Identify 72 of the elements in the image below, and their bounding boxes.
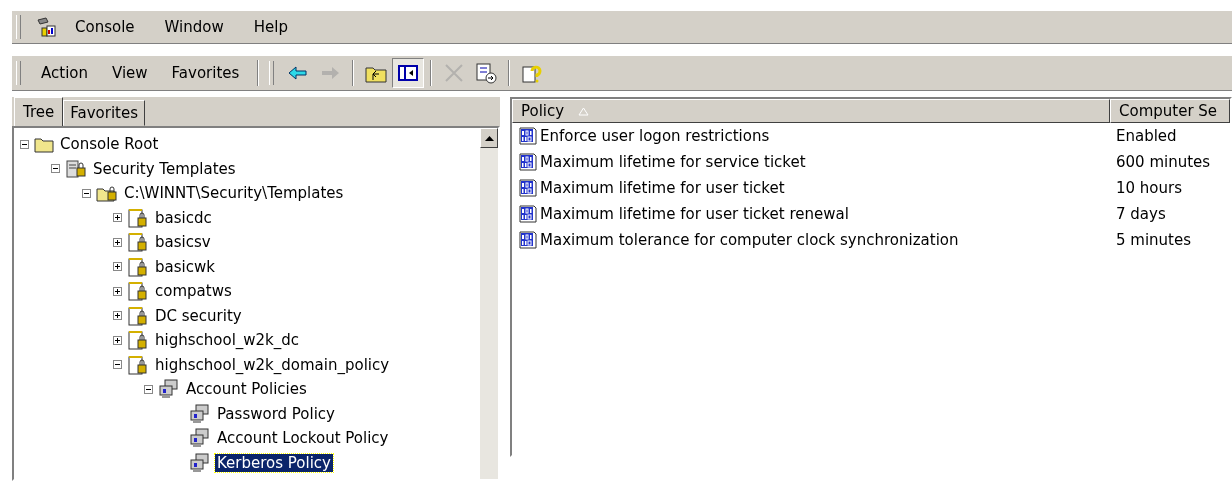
policy-name: Maximum lifetime for user ticket	[540, 179, 785, 197]
tree-item[interactable]: highschool_w2k_domain_policy	[153, 355, 392, 374]
tree-item[interactable]: Account Policies	[184, 380, 309, 399]
server-lock-icon	[65, 158, 87, 179]
policy-name: Maximum tolerance for computer clock synchronization	[540, 231, 959, 249]
pane-tab[interactable]: Favorites	[63, 100, 146, 126]
sort-ascending-icon	[578, 106, 590, 116]
tree-item[interactable]: C:\WINNT\Security\Templates	[122, 184, 346, 203]
expand-toggle[interactable]	[111, 237, 123, 247]
policy-setting: 10 hours	[1115, 179, 1184, 197]
template-lock-icon	[127, 206, 149, 229]
scrollbar[interactable]	[480, 128, 498, 479]
computers-icon	[189, 452, 211, 473]
tree-item[interactable]: basicdc	[153, 208, 214, 227]
tree-item[interactable]: Password Policy	[215, 404, 337, 423]
tree-item[interactable]: basicsv	[153, 233, 213, 252]
pane-tab[interactable]: Tree	[14, 97, 64, 127]
collapse-toggle[interactable]	[142, 384, 154, 394]
tree-item[interactable]: Security Templates	[91, 159, 238, 178]
computers-icon	[158, 379, 180, 400]
template-lock-icon	[127, 304, 149, 327]
expand-toggle[interactable]	[111, 262, 123, 272]
scroll-up-button[interactable]	[480, 128, 498, 148]
binary-policy-icon	[518, 178, 538, 198]
menu-item[interactable]: Action	[29, 62, 100, 84]
show-tree-button[interactable]	[392, 58, 425, 88]
folder-lock-icon	[96, 183, 118, 204]
tree-item[interactable]: Account Lockout Policy	[215, 429, 391, 448]
collapse-toggle[interactable]	[111, 360, 123, 370]
computers-icon	[189, 403, 211, 424]
tree-item[interactable]: Console Root	[58, 135, 161, 154]
template-lock-icon	[127, 231, 149, 254]
template-lock-icon	[127, 329, 149, 352]
tree-item[interactable]: Kerberos Policy	[215, 453, 333, 472]
collapse-toggle[interactable]	[18, 139, 30, 149]
binary-policy-icon	[518, 126, 538, 146]
template-lock-icon	[127, 353, 149, 376]
template-lock-icon	[127, 280, 149, 303]
policy-name: Maximum lifetime for user ticket renewal	[540, 205, 849, 223]
binary-policy-icon	[518, 204, 538, 224]
expand-toggle[interactable]	[111, 213, 123, 223]
menu-item[interactable]: Console	[63, 16, 147, 38]
policy-setting: 600 minutes	[1115, 153, 1212, 171]
expand-toggle[interactable]	[111, 335, 123, 345]
binary-policy-icon	[518, 230, 538, 250]
policy-setting: 5 minutes	[1115, 231, 1193, 249]
template-lock-icon	[127, 255, 149, 278]
menu-item[interactable]: Favorites	[159, 62, 252, 84]
menu-item[interactable]: Window	[152, 16, 236, 38]
computers-icon	[189, 428, 211, 449]
document-arrow-icon	[474, 62, 499, 84]
expand-toggle[interactable]	[111, 286, 123, 296]
console-app-icon	[35, 16, 57, 38]
policy-setting: 7 days	[1115, 205, 1167, 223]
tree-item[interactable]: basicwk	[153, 257, 217, 276]
tree-item[interactable]: DC security	[153, 306, 244, 325]
expand-toggle[interactable]	[111, 311, 123, 321]
pane-toggle-icon	[396, 62, 421, 84]
tree-item[interactable]: compatws	[153, 282, 234, 301]
column-header[interactable]: Computer Se	[1110, 99, 1230, 123]
binary-policy-icon	[518, 152, 538, 172]
folder-icon	[34, 135, 54, 154]
policy-name: Enforce user logon restrictions	[540, 127, 770, 145]
collapse-toggle[interactable]	[80, 188, 92, 198]
menu-item[interactable]: Help	[241, 16, 300, 38]
policy-setting: Enabled	[1115, 127, 1178, 145]
policy-name: Maximum lifetime for service ticket	[540, 153, 806, 171]
arrow-up-icon	[484, 135, 494, 141]
collapse-toggle[interactable]	[49, 164, 61, 174]
tree-item[interactable]: highschool_w2k_dc	[153, 331, 302, 350]
column-header[interactable]: Policy	[512, 99, 1110, 123]
menu-item[interactable]: View	[100, 62, 160, 84]
